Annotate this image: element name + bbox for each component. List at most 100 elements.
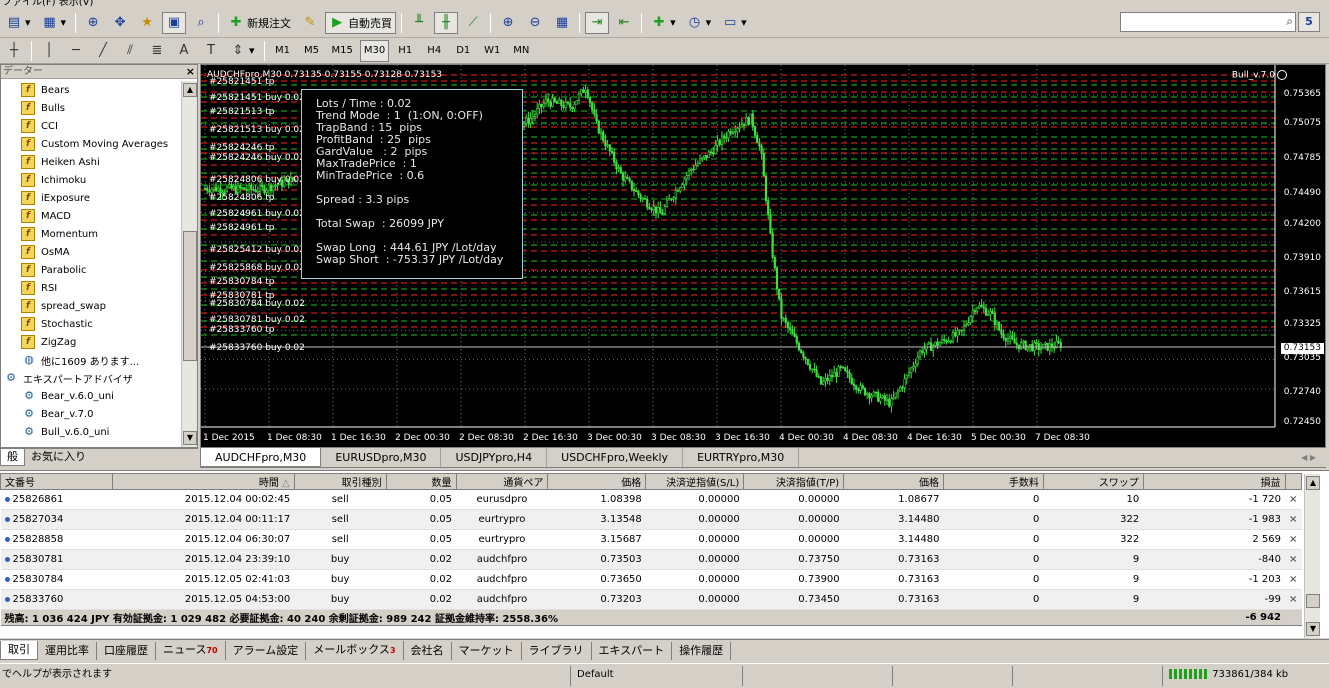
scroll-thumb[interactable] xyxy=(183,231,197,361)
market-watch-button[interactable]: ⊕ xyxy=(81,12,105,34)
table-row[interactable]: 25827034 2015.12.04 00:11:17 sell 0.05 eurtr… xyxy=(0,509,1302,530)
col-type[interactable]: 取引種別 xyxy=(293,473,387,490)
terminal-tab[interactable]: 会社名 xyxy=(404,641,452,660)
indicator-item[interactable]: f RSI xyxy=(1,279,181,297)
expert-item[interactable]: ⚙ Bull_v.6.0_uni xyxy=(1,423,181,441)
tab-eurusdpro-m30[interactable]: EURUSDpro,M30 xyxy=(321,448,442,467)
line-chart-button[interactable]: ⟋ xyxy=(461,12,485,34)
indicator-item[interactable]: f CCI xyxy=(1,117,181,135)
timeframe-h1[interactable]: H1 xyxy=(392,40,418,62)
terminal-tab[interactable]: エキスパート xyxy=(592,641,673,660)
table-row[interactable]: 25828858 2015.12.04 06:30:07 sell 0.05 eurtr… xyxy=(0,529,1302,550)
auto-trade-button[interactable]: ▶ 自動売買 xyxy=(325,11,397,34)
scroll-down-icon[interactable]: ▼ xyxy=(1306,622,1320,636)
templates-button[interactable]: ▭ ▾ xyxy=(718,12,751,34)
auto-scroll-button[interactable]: ⇥ xyxy=(585,11,610,34)
horizontal-line-button[interactable]: ─ xyxy=(64,40,88,62)
indicator-item[interactable]: f Ichimoku xyxy=(1,171,181,189)
status-profile[interactable]: Default xyxy=(570,666,742,686)
table-row[interactable]: 25833760 2015.12.05 04:53:00 buy 0.02 audchf… xyxy=(0,589,1302,610)
terminal-scrollbar[interactable]: ▲ ▼ xyxy=(1304,474,1320,638)
zoom-in-button[interactable]: ⊕ xyxy=(496,12,520,34)
close-order-icon[interactable]: × xyxy=(1285,509,1302,530)
bar-chart-button[interactable]: ╨ xyxy=(407,12,431,34)
text-button[interactable]: A xyxy=(172,40,196,62)
status-connection[interactable]: 733861/384 kb xyxy=(1162,666,1322,686)
terminal-tab[interactable]: ライブラリ xyxy=(522,641,592,660)
new-chart-button[interactable]: ▤ ▾ xyxy=(2,12,35,34)
col-commission[interactable]: 手数料 xyxy=(943,473,1044,490)
text-label-button[interactable]: T xyxy=(199,40,223,62)
profiles-button[interactable]: ▦ ▾ xyxy=(38,12,71,34)
indicator-item[interactable]: f OsMA xyxy=(1,243,181,261)
equidistant-channel-button[interactable]: ⫽ xyxy=(118,40,142,62)
fibonacci-button[interactable]: ≣ xyxy=(145,40,169,62)
terminal-button[interactable]: ▣ xyxy=(162,11,187,34)
terminal-tab[interactable]: アラーム設定 xyxy=(226,641,307,660)
tab-favorites[interactable]: お気に入り xyxy=(25,449,92,466)
zoom-out-button[interactable]: ⊖ xyxy=(523,12,547,34)
indicator-item[interactable]: f Heiken Ashi xyxy=(1,153,181,171)
col-profit[interactable]: 損益 xyxy=(1142,473,1286,490)
data-window-button[interactable]: ✥ xyxy=(108,12,132,34)
terminal-tab[interactable]: ニュース70 xyxy=(156,641,226,660)
col-sl[interactable]: 決済逆指値(S/L) xyxy=(645,473,745,490)
indicator-item[interactable]: f Custom Moving Averages xyxy=(1,135,181,153)
tab-common[interactable]: 般 xyxy=(0,449,25,466)
expert-label[interactable]: Bull_v.7.0 xyxy=(1232,70,1287,81)
search-input[interactable]: ⌕ xyxy=(1120,12,1296,32)
expert-item[interactable]: ⚙ Bear_v.7.0 xyxy=(1,405,181,423)
table-row[interactable]: 25826861 2015.12.04 00:02:45 sell 0.05 eurus… xyxy=(0,489,1302,510)
terminal-tab[interactable]: マーケット xyxy=(452,641,522,660)
crosshair-button[interactable]: ┼ xyxy=(2,40,26,62)
scroll-thumb[interactable] xyxy=(1306,594,1320,608)
indicator-item[interactable]: f Parabolic xyxy=(1,261,181,279)
close-order-icon[interactable]: × xyxy=(1285,549,1302,570)
col-current-price[interactable]: 価格 xyxy=(843,473,945,490)
timeframe-h4[interactable]: H4 xyxy=(421,40,447,62)
notifications-badge[interactable]: 5 xyxy=(1298,12,1320,32)
col-symbol[interactable]: 通貨ペア xyxy=(455,473,549,490)
indicator-item[interactable]: f Momentum xyxy=(1,225,181,243)
tab-audchfpro-m30[interactable]: AUDCHFpro,M30 xyxy=(200,448,322,467)
col-volume[interactable]: 数量 xyxy=(385,473,457,490)
col-time[interactable]: 時間 △ xyxy=(111,473,295,490)
metaeditor-button[interactable]: ✎ xyxy=(298,12,322,34)
chart-shift-button[interactable]: ⇤ xyxy=(612,12,636,34)
timeframe-d1[interactable]: D1 xyxy=(450,40,476,62)
strategy-tester-button[interactable]: ⌕ xyxy=(189,12,213,34)
table-row[interactable]: 25830784 2015.12.05 02:41:03 buy 0.02 audchf… xyxy=(0,569,1302,590)
col-swap[interactable]: スワップ xyxy=(1042,473,1144,490)
close-order-icon[interactable]: × xyxy=(1285,529,1302,550)
tile-windows-button[interactable]: ▦ xyxy=(550,12,574,34)
arrows-button[interactable]: ⇕ ▾ xyxy=(226,40,259,62)
scroll-up-icon[interactable]: ▲ xyxy=(183,83,197,97)
tab-eurtrypro-m30[interactable]: EURTRYpro,M30 xyxy=(683,448,800,467)
trendline-button[interactable]: ╱ xyxy=(91,40,115,62)
indicator-item[interactable]: f spread_swap xyxy=(1,297,181,315)
table-row[interactable]: 25830781 2015.12.04 23:39:10 buy 0.02 audchf… xyxy=(0,549,1302,570)
menu-bar[interactable]: ファイル(F) 表示(V) xyxy=(0,0,1329,8)
terminal-tab[interactable]: 口座履歴 xyxy=(97,641,156,660)
search-icon[interactable]: ⌕ xyxy=(1286,14,1293,29)
indicator-more-item[interactable]: ◍ 他に1609 あります... xyxy=(1,351,181,369)
terminal-tab[interactable]: 取引 xyxy=(0,641,38,660)
scroll-up-icon[interactable]: ▲ xyxy=(1306,476,1320,490)
navigator-scrollbar[interactable]: ▲ ▼ xyxy=(181,81,197,447)
indicator-item[interactable]: f MACD xyxy=(1,207,181,225)
close-order-icon[interactable]: × xyxy=(1285,489,1302,510)
tab-usdchfpro-weekly[interactable]: USDCHFpro,Weekly xyxy=(547,448,684,467)
col-tp[interactable]: 決済指値(T/P) xyxy=(743,473,845,490)
timeframe-m1[interactable]: M1 xyxy=(270,40,296,62)
col-price[interactable]: 価格 xyxy=(547,473,647,490)
timeframe-m15[interactable]: M15 xyxy=(328,40,357,62)
timeframe-w1[interactable]: W1 xyxy=(479,40,505,62)
scroll-down-icon[interactable]: ▼ xyxy=(183,431,197,445)
periods-button[interactable]: ◷ ▾ xyxy=(683,12,716,34)
candlestick-button[interactable]: ╫ xyxy=(434,11,459,34)
expert-advisors-group[interactable]: ⚙ エキスパートアドバイザ xyxy=(1,369,181,387)
expert-item[interactable]: ⚙ Bear_v.6.0_uni xyxy=(1,387,181,405)
close-order-icon[interactable]: × xyxy=(1285,589,1302,610)
navigator-button[interactable]: ★ xyxy=(135,12,159,34)
indicator-item[interactable]: f ZigZag xyxy=(1,333,181,351)
